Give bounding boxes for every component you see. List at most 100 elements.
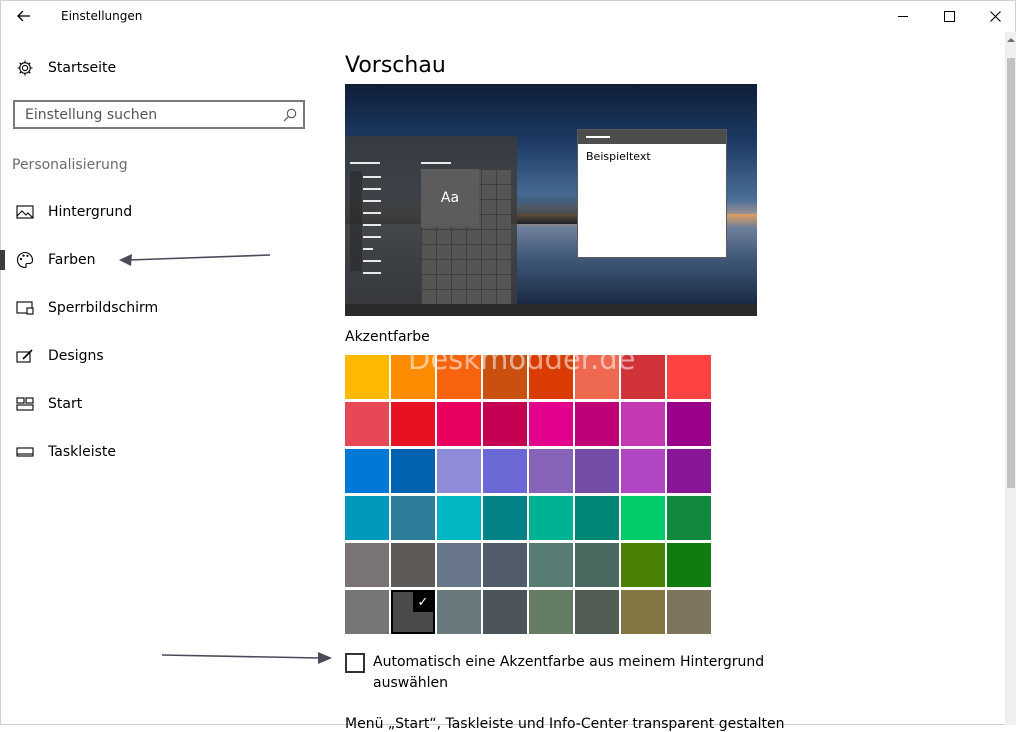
annotation-arrow-checkbox xyxy=(161,652,332,664)
selection-indicator xyxy=(0,250,5,270)
auto-accent-checkbox[interactable] xyxy=(345,653,365,673)
auto-accent-label[interactable]: Automatisch eine Akzentfarbe aus meinem … xyxy=(373,652,773,694)
annotation-arrow-farben xyxy=(119,254,271,266)
window-title: Einstellungen xyxy=(61,9,143,23)
accent-swatch[interactable] xyxy=(529,402,573,446)
accent-swatch[interactable] xyxy=(391,449,435,493)
sidebar-item-label: Start xyxy=(48,396,83,412)
accent-swatch[interactable] xyxy=(483,496,527,540)
accent-swatch[interactable] xyxy=(483,449,527,493)
accent-swatch[interactable] xyxy=(621,449,665,493)
transparency-label: Menü „Start“, Taskleiste und Info-Center… xyxy=(345,716,785,732)
accent-swatch[interactable] xyxy=(621,355,665,399)
search-box[interactable] xyxy=(13,100,305,129)
accent-swatch[interactable] xyxy=(529,449,573,493)
accent-swatch[interactable] xyxy=(575,449,619,493)
accent-swatch[interactable] xyxy=(437,543,481,587)
accent-swatch[interactable] xyxy=(345,402,389,446)
preview-window-text: Beispieltext xyxy=(586,150,651,163)
sidebar-item-label: Sperrbildschirm xyxy=(48,300,159,316)
sidebar-item-label: Designs xyxy=(48,348,104,364)
accent-swatch[interactable] xyxy=(391,402,435,446)
preview-window-titlebar xyxy=(578,130,726,144)
search-input[interactable] xyxy=(15,102,285,127)
accent-swatch[interactable] xyxy=(391,543,435,587)
image-icon xyxy=(16,203,34,221)
chevron-up-icon xyxy=(1006,38,1015,42)
accent-swatch[interactable] xyxy=(437,449,481,493)
title-bar: Einstellungen xyxy=(0,0,1016,32)
sidebar-item-sperrbildschirm[interactable]: Sperrbildschirm xyxy=(0,288,325,328)
start-icon xyxy=(16,395,34,413)
sidebar: Startseite Personalisierung Hintergrund … xyxy=(0,32,325,725)
accent-swatch[interactable] xyxy=(483,590,527,634)
palette-icon xyxy=(16,251,34,269)
accent-swatch[interactable] xyxy=(575,402,619,446)
preview-menu-line xyxy=(421,162,451,164)
accent-swatch[interactable] xyxy=(345,543,389,587)
accent-swatch[interactable] xyxy=(621,402,665,446)
preview-menu-line xyxy=(363,248,373,250)
accent-swatch[interactable] xyxy=(575,543,619,587)
accent-swatch[interactable] xyxy=(529,590,573,634)
scroll-up-button[interactable] xyxy=(1005,34,1016,46)
accent-swatch[interactable] xyxy=(667,496,711,540)
accent-swatch[interactable] xyxy=(621,496,665,540)
scrollbar-thumb[interactable] xyxy=(1007,58,1015,488)
search-icon[interactable] xyxy=(282,107,298,123)
accent-swatch[interactable] xyxy=(483,355,527,399)
accent-swatch[interactable] xyxy=(575,496,619,540)
accent-swatch[interactable] xyxy=(483,402,527,446)
accent-swatch[interactable] xyxy=(529,496,573,540)
back-button[interactable] xyxy=(10,4,38,28)
accent-color-label: Akzentfarbe xyxy=(345,329,430,345)
accent-swatch[interactable] xyxy=(345,590,389,634)
sidebar-item-taskleiste[interactable]: Taskleiste xyxy=(0,432,325,472)
close-button[interactable] xyxy=(972,0,1016,32)
maximize-button[interactable] xyxy=(926,0,972,32)
accent-swatch[interactable] xyxy=(621,590,665,634)
accent-swatch[interactable] xyxy=(483,543,527,587)
preview-menu-line xyxy=(363,260,381,262)
accent-swatch[interactable] xyxy=(437,590,481,634)
sidebar-item-startseite[interactable]: Startseite xyxy=(0,48,325,88)
accent-swatch[interactable] xyxy=(667,449,711,493)
preview-menu-line xyxy=(363,272,381,274)
accent-swatch[interactable] xyxy=(437,355,481,399)
accent-swatch[interactable] xyxy=(667,355,711,399)
accent-swatch[interactable] xyxy=(529,355,573,399)
page-title: Vorschau xyxy=(345,52,446,78)
taskbar-icon xyxy=(16,443,34,461)
accent-swatch[interactable] xyxy=(391,496,435,540)
preview-menu-line xyxy=(363,224,381,226)
preview-start-strip xyxy=(350,171,362,271)
preview-menu-line xyxy=(363,200,381,202)
sidebar-item-label: Farben xyxy=(48,252,96,268)
accent-swatch[interactable] xyxy=(437,402,481,446)
lockscreen-icon xyxy=(16,299,34,317)
accent-swatch[interactable] xyxy=(345,355,389,399)
sidebar-item-hintergrund[interactable]: Hintergrund xyxy=(0,192,325,232)
accent-swatch[interactable] xyxy=(345,496,389,540)
accent-swatch[interactable] xyxy=(345,449,389,493)
sidebar-item-label: Hintergrund xyxy=(48,204,133,220)
preview-start-menu: Aa xyxy=(345,136,517,304)
accent-swatch[interactable] xyxy=(575,590,619,634)
accent-swatch[interactable] xyxy=(667,543,711,587)
section-heading: Personalisierung xyxy=(12,157,128,173)
preview-menu-line xyxy=(363,176,381,178)
accent-swatch[interactable] xyxy=(667,590,711,634)
accent-swatch[interactable] xyxy=(529,543,573,587)
minimize-icon xyxy=(897,15,908,17)
accent-swatch[interactable] xyxy=(667,402,711,446)
sidebar-item-start[interactable]: Start xyxy=(0,384,325,424)
sidebar-item-designs[interactable]: Designs xyxy=(0,336,325,376)
checkmark-icon: ✓ xyxy=(413,592,433,612)
accent-swatch[interactable] xyxy=(391,355,435,399)
accent-swatch[interactable]: ✓ xyxy=(391,590,435,634)
accent-swatch[interactable] xyxy=(437,496,481,540)
accent-swatch[interactable] xyxy=(575,355,619,399)
accent-swatch[interactable] xyxy=(621,543,665,587)
minimize-button[interactable] xyxy=(880,0,926,32)
back-arrow-icon xyxy=(17,10,30,22)
